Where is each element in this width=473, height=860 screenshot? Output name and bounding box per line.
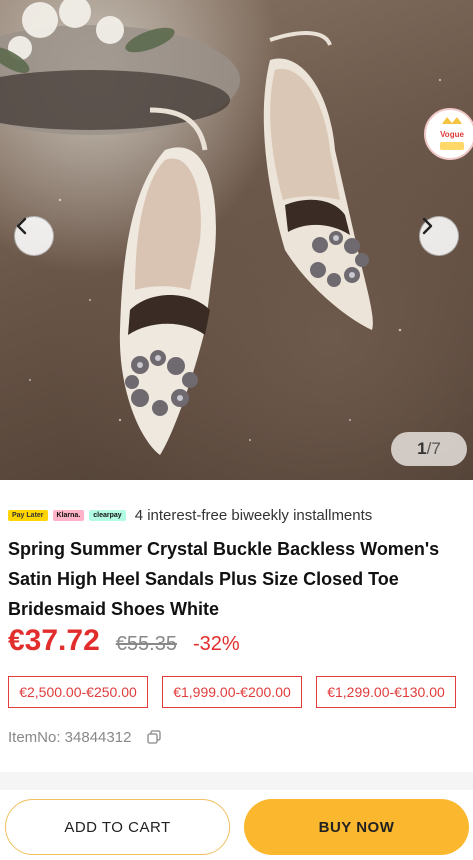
item-number-row: ItemNo: 34844312 <box>8 727 162 747</box>
product-title: Spring Summer Crystal Buckle Backless Wo… <box>8 539 440 619</box>
badge-label: Vogue <box>440 130 464 139</box>
klarna-logo: Klarna. <box>52 509 85 521</box>
coupon-2[interactable]: €1,999.00-€200.00 <box>162 676 302 708</box>
section-divider <box>0 772 473 790</box>
next-image-button[interactable] <box>419 216 459 256</box>
image-counter: 1 /7 <box>391 432 467 466</box>
chevron-left-icon <box>16 217 27 235</box>
coupon-3[interactable]: €1,299.00-€130.00 <box>316 676 456 708</box>
add-to-cart-button[interactable]: ADD TO CART <box>5 799 230 855</box>
buy-now-button[interactable]: BUY NOW <box>244 799 469 855</box>
current-image-index: 1 <box>417 439 427 458</box>
total-images: /7 <box>426 439 441 458</box>
item-number: ItemNo: 34844312 <box>8 728 132 746</box>
coupon-1[interactable]: €2,500.00-€250.00 <box>8 676 148 708</box>
bottom-action-bar: ADD TO CART BUY NOW <box>0 790 473 860</box>
chevron-right-icon <box>422 217 433 235</box>
previous-image-button[interactable] <box>14 216 54 256</box>
price-row: €37.72 €55.35 -32% <box>8 624 240 664</box>
installments-text: 4 interest-free biweekly installments <box>134 506 373 524</box>
current-price: €37.72 <box>8 624 100 657</box>
copy-icon[interactable] <box>147 730 162 744</box>
clearpay-logo: clearpay <box>89 509 126 521</box>
paylater-logo: Pay Later <box>8 509 48 521</box>
vogue-badge[interactable]: Vogue <box>424 108 473 160</box>
product-image-gallery[interactable]: Vogue 1 /7 <box>0 0 473 480</box>
product-photo <box>0 0 442 455</box>
installments-row[interactable]: Pay Later Klarna. clearpay 4 interest-fr… <box>8 505 372 525</box>
discount-badge: -32% <box>192 633 240 655</box>
original-price: €55.35 <box>115 633 177 655</box>
